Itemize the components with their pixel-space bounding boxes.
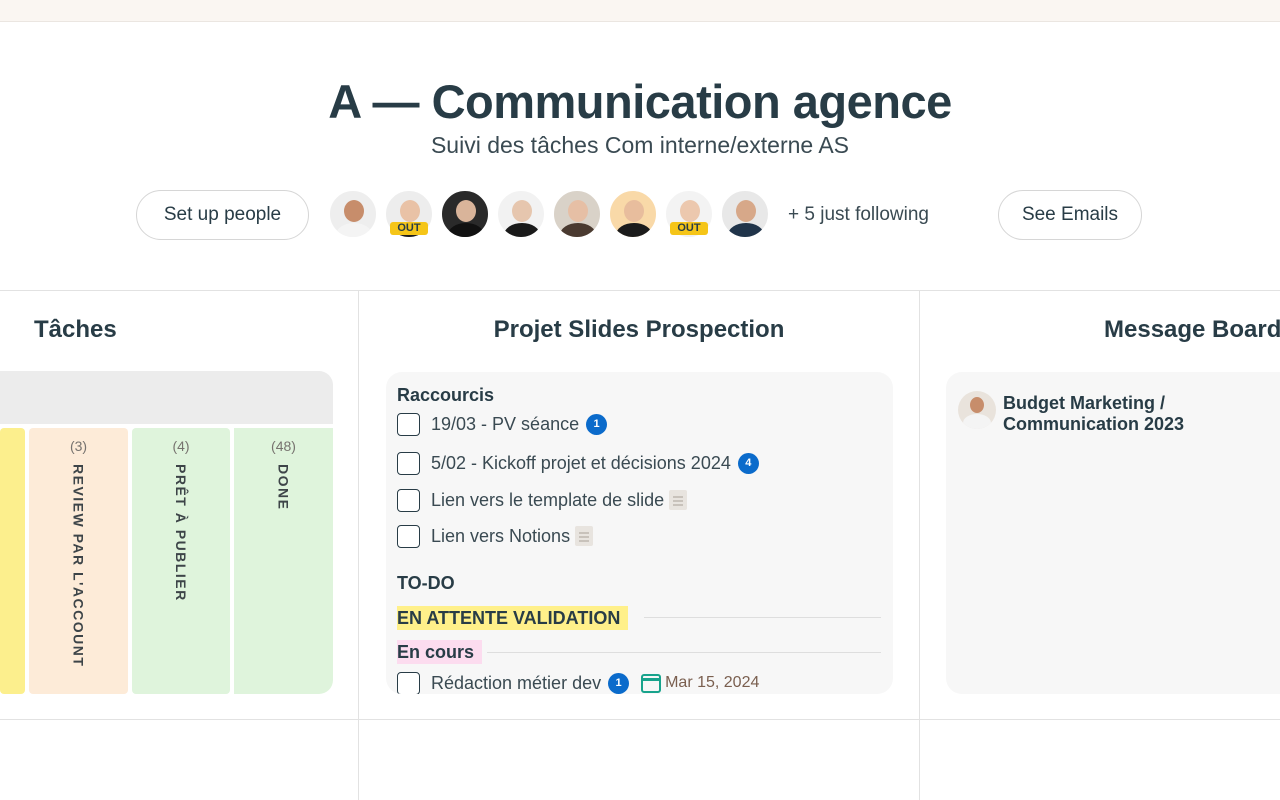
todo-label[interactable]: Lien vers Notions	[431, 526, 570, 547]
project-description: Suivi des tâches Com interne/externe AS	[430, 132, 850, 158]
group-en-attente-validation[interactable]: EN ATTENTE VALIDATION	[397, 606, 629, 630]
avatar-face	[456, 200, 476, 222]
avatar[interactable]	[496, 189, 546, 239]
avatar-body	[616, 223, 652, 237]
calendar-icon	[641, 673, 662, 693]
kanban-column-review[interactable]: (3) REVIEW PAR L'ACCOUNT	[29, 428, 128, 694]
avatar[interactable]	[328, 189, 378, 239]
avatar-face	[344, 200, 364, 222]
avatar-body	[504, 223, 540, 237]
section-todo: TO-DO	[397, 573, 455, 593]
message-title[interactable]: Budget Marketing / Communication 2023	[1003, 393, 1280, 435]
avatar[interactable]	[608, 189, 658, 239]
out-badge: OUT	[390, 222, 428, 235]
due-date: Mar 15, 2024	[665, 674, 760, 691]
slides-card[interactable]: Raccourcis 19/03 - PV séance 1 5/02 - Ki…	[386, 372, 893, 694]
todo-item[interactable]: Lien vers Notions	[397, 523, 594, 549]
section-raccourcis: Raccourcis	[397, 385, 495, 405]
divider	[358, 290, 359, 800]
todo-label[interactable]: Rédaction métier dev	[431, 673, 601, 694]
avatar-face	[400, 200, 420, 222]
avatar-face	[736, 200, 756, 222]
project-title: A — Communication agence	[328, 75, 952, 128]
checkbox[interactable]	[397, 524, 420, 548]
card-title-taches[interactable]: Tâches	[34, 316, 117, 344]
checkbox[interactable]	[397, 488, 420, 512]
avatar-face	[680, 200, 700, 222]
todo-item[interactable]: 5/02 - Kickoff projet et décisions 2024 …	[397, 450, 759, 476]
column-count: (3)	[69, 438, 88, 454]
avatar[interactable]	[720, 189, 770, 239]
group-divider	[487, 652, 881, 653]
document-icon	[575, 526, 594, 546]
column-label: REVIEW PAR L'ACCOUNT	[70, 464, 87, 668]
todo-item[interactable]: Lien vers le template de slide	[397, 487, 688, 513]
kanban-column-0[interactable]	[0, 428, 25, 694]
set-up-people-button[interactable]: Set up people	[136, 190, 309, 240]
column-count: (4)	[172, 438, 190, 454]
avatar-body	[336, 223, 372, 237]
avatar-face	[624, 200, 644, 222]
todo-item[interactable]: 19/03 - PV séance 1	[397, 411, 608, 437]
card-title-message-board[interactable]: Message Board	[1104, 316, 1280, 344]
checkbox[interactable]	[397, 451, 420, 475]
avatar-body	[448, 223, 484, 237]
divider	[919, 290, 920, 800]
kanban-header[interactable]	[0, 371, 333, 424]
avatar[interactable]	[440, 189, 490, 239]
out-badge: OUT	[670, 222, 708, 235]
following-count[interactable]: + 5 just following	[788, 204, 929, 226]
avatar[interactable]	[552, 189, 602, 239]
todo-label[interactable]: 5/02 - Kickoff projet et décisions 2024	[431, 453, 731, 474]
top-bar	[0, 0, 1280, 22]
comment-count-badge: 1	[608, 672, 630, 694]
document-icon	[669, 490, 688, 510]
column-label: DONE	[275, 464, 292, 511]
checkbox[interactable]	[397, 412, 420, 436]
group-divider	[644, 617, 881, 618]
todo-label[interactable]: 19/03 - PV séance	[431, 414, 579, 435]
avatar	[958, 391, 996, 429]
avatar-body	[560, 223, 596, 237]
checkbox[interactable]	[397, 671, 420, 694]
divider	[0, 290, 1280, 291]
card-title-slides[interactable]: Projet Slides Prospection	[359, 316, 919, 344]
see-emails-button[interactable]: See Emails	[998, 190, 1142, 240]
column-label: PRÊT À PUBLIER	[173, 464, 189, 602]
todo-label[interactable]: Lien vers le template de slide	[431, 490, 664, 511]
avatar-face	[568, 200, 588, 222]
avatar-face	[512, 200, 532, 222]
kanban-column-pret[interactable]: (4) PRÊT À PUBLIER	[132, 428, 230, 694]
group-en-cours[interactable]: En cours	[397, 640, 483, 664]
column-count: (48)	[271, 438, 296, 454]
todo-item[interactable]: Rédaction métier dev 1 Mar 15, 2024	[397, 670, 759, 694]
avatar-body	[728, 223, 764, 237]
comment-count-badge: 4	[737, 452, 759, 474]
divider	[0, 719, 1280, 720]
comment-count-badge: 1	[586, 413, 608, 435]
kanban-column-done[interactable]: (48) DONE	[234, 428, 333, 694]
